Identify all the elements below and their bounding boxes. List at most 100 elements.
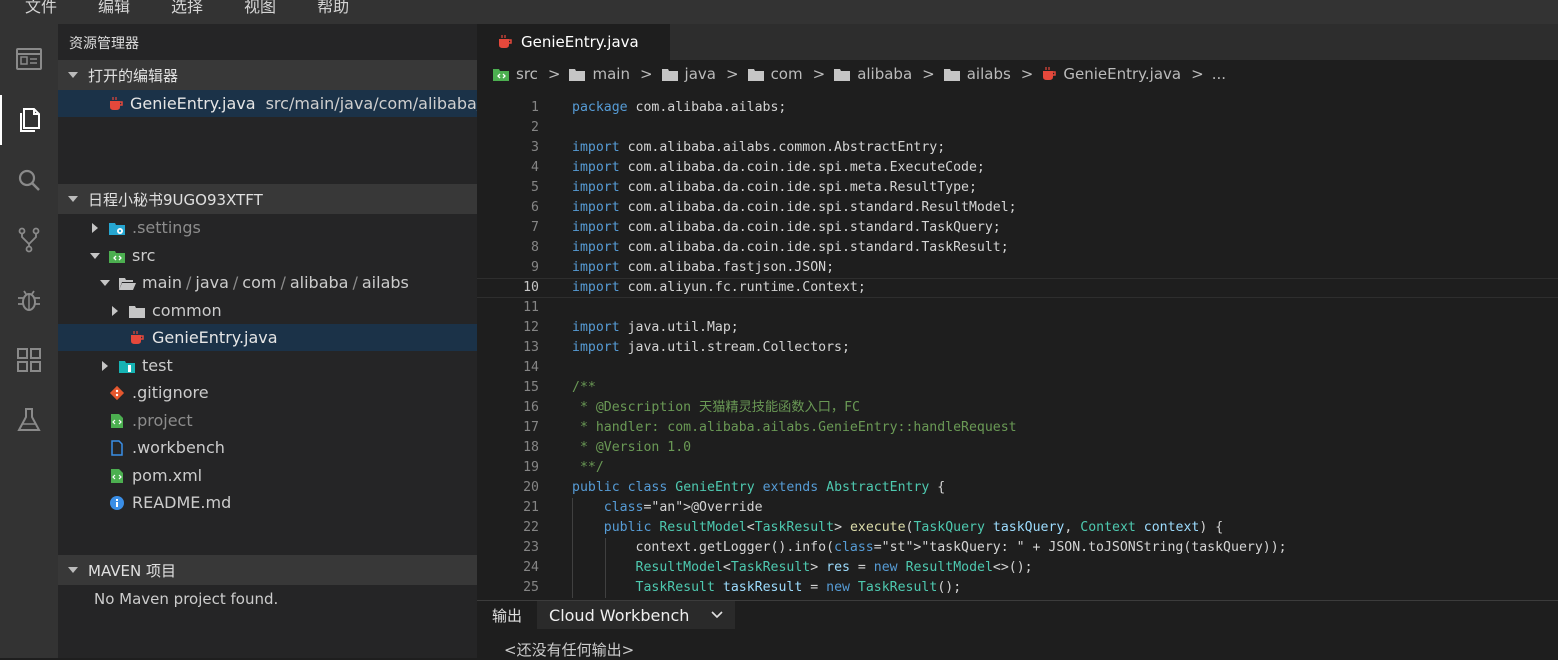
line-number: 16	[523, 400, 539, 415]
code-text: import com.alibaba.da.coin.ide.spi.stand…	[572, 220, 1001, 235]
breadcrumb-file[interactable]: GenieEntry.java >	[1041, 65, 1211, 83]
tree-item-main-path[interactable]: main / java / com / alibaba / ailabs	[58, 269, 477, 296]
tree-label: .gitignore	[132, 383, 209, 402]
source-control-icon[interactable]	[0, 215, 58, 265]
tree-item-workbench[interactable]: .workbench	[58, 434, 477, 461]
code-text: * @Description 天猫精灵技能函数入口，FC	[572, 400, 860, 415]
breadcrumb-src[interactable]: src >	[492, 65, 568, 83]
tab-genie-entry[interactable]: GenieEntry.java	[477, 24, 670, 60]
code-line[interactable]: 10 import com.aliyun.fc.runtime.Context;	[477, 278, 1558, 298]
tree-item-gitignore[interactable]: .gitignore	[58, 379, 477, 406]
project-header[interactable]: 日程小秘书9UGO93XTFT	[58, 184, 477, 214]
code-editor[interactable]: 1 package com.alibaba.ailabs; 2 3 import com…	[477, 98, 1558, 598]
search-icon[interactable]	[0, 155, 58, 205]
chevron-right-icon	[108, 304, 122, 318]
chevron-right-icon: >	[547, 65, 561, 83]
tree-item-test[interactable]: test	[58, 352, 477, 379]
code-line[interactable]: 7 import com.alibaba.da.coin.ide.spi.stan…	[477, 218, 1558, 238]
folder-icon	[661, 69, 678, 81]
code-line[interactable]: 25 TaskResult taskResult = new TaskResul…	[477, 578, 1558, 598]
code-line[interactable]: 17 * handler: com.alibaba.ailabs.GenieEn…	[477, 418, 1558, 438]
code-text: ResultModel<TaskResult> res = new Result…	[635, 560, 1033, 575]
code-line[interactable]: 20 public class GenieEntry extends Abstra…	[477, 478, 1558, 498]
code-line[interactable]: 5 import com.alibaba.da.coin.ide.spi.meta…	[477, 178, 1558, 198]
java-file-icon	[497, 34, 513, 50]
output-channel-select[interactable]: Cloud Workbench	[537, 601, 736, 629]
code-line[interactable]: 14	[477, 358, 1558, 378]
menu-view[interactable]: 视图	[219, 0, 292, 19]
line-number: 18	[523, 440, 539, 455]
tree-item-genie-entry[interactable]: GenieEntry.java	[58, 324, 477, 351]
xml-file-icon	[108, 412, 126, 430]
maven-header[interactable]: MAVEN 项目	[58, 555, 477, 585]
code-line[interactable]: 8 import com.alibaba.da.coin.ide.spi.stan…	[477, 238, 1558, 258]
code-line[interactable]: 1 package com.alibaba.ailabs;	[477, 98, 1558, 118]
breadcrumb-java[interactable]: java >	[661, 65, 747, 83]
path-sep: /	[352, 273, 358, 292]
open-editors-header[interactable]: 打开的编辑器	[58, 60, 477, 90]
menu-help[interactable]: 帮助	[292, 0, 365, 19]
code-line[interactable]: 13 import java.util.stream.Collectors;	[477, 338, 1558, 358]
tree-item-pom[interactable]: pom.xml	[58, 462, 477, 489]
path-com: com	[242, 273, 277, 292]
debug-icon[interactable]	[0, 275, 58, 325]
code-line[interactable]: 18 * @Version 1.0	[477, 438, 1558, 458]
open-editor-path: src/main/java/com/alibaba/...	[265, 94, 498, 113]
output-tab[interactable]: 输出	[477, 605, 537, 626]
menu-select[interactable]: 选择	[146, 0, 219, 19]
code-line[interactable]: 15 /**	[477, 378, 1558, 398]
path-ailabs: ailabs	[361, 273, 409, 292]
menu-edit[interactable]: 编辑	[73, 0, 146, 19]
code-line[interactable]: 11	[477, 298, 1558, 318]
chevron-down-icon	[711, 611, 723, 619]
line-number: 13	[523, 340, 539, 355]
tree-item-project[interactable]: .project	[58, 407, 477, 434]
activity-bar	[0, 24, 58, 658]
breadcrumb-alibaba[interactable]: alibaba >	[833, 65, 943, 83]
tab-bar: GenieEntry.java	[477, 24, 1558, 60]
code-line[interactable]: 2	[477, 118, 1558, 138]
breadcrumb-more[interactable]: ...	[1212, 65, 1226, 83]
code-line[interactable]: 4 import com.alibaba.da.coin.ide.spi.meta…	[477, 158, 1558, 178]
code-line[interactable]: 3 import com.alibaba.ailabs.common.Abstra…	[477, 138, 1558, 158]
code-line[interactable]: 6 import com.alibaba.da.coin.ide.spi.stan…	[477, 198, 1558, 218]
code-line[interactable]: 24 ResultModel<TaskResult> res = new Res…	[477, 558, 1558, 578]
workbench-icon[interactable]	[0, 34, 58, 84]
menu-file[interactable]: 文件	[0, 0, 73, 19]
code-line[interactable]: 23 context.getLogger().info(class="st">"…	[477, 538, 1558, 558]
line-number: 1	[531, 100, 539, 115]
code-text: import java.util.Map;	[572, 320, 739, 335]
code-line[interactable]: 19 **/	[477, 458, 1558, 478]
code-text: * handler: com.alibaba.ailabs.GenieEntry…	[572, 420, 1017, 435]
code-text: import com.alibaba.da.coin.ide.spi.meta.…	[572, 160, 985, 175]
tree-item-readme[interactable]: README.md	[58, 489, 477, 516]
chevron-right-icon: >	[922, 65, 935, 83]
test-flask-icon[interactable]	[0, 395, 58, 445]
open-editor-item[interactable]: GenieEntry.java src/main/java/com/alibab…	[58, 90, 497, 117]
tree-item-src[interactable]: src	[58, 242, 477, 269]
java-file-icon	[128, 329, 146, 347]
chevron-right-icon: >	[812, 65, 826, 83]
code-line[interactable]: 21 class="an">@Override	[477, 498, 1558, 518]
code-line[interactable]: 12 import java.util.Map;	[477, 318, 1558, 338]
code-text: import com.alibaba.ailabs.common.Abstrac…	[572, 140, 946, 155]
explorer-sidebar: 资源管理器 打开的编辑器 GenieEntry.java src/main/ja…	[58, 24, 497, 658]
line-number: 17	[523, 420, 539, 435]
chevron-down-icon	[68, 196, 78, 202]
breadcrumb-com[interactable]: com >	[747, 65, 834, 83]
explorer-icon[interactable]	[0, 95, 58, 145]
line-number: 12	[523, 320, 539, 335]
tree-item-settings[interactable]: .settings	[58, 214, 477, 241]
path-alibaba: alibaba	[289, 273, 349, 292]
code-text: **/	[572, 460, 604, 475]
code-text: import com.alibaba.da.coin.ide.spi.stand…	[572, 240, 1009, 255]
breadcrumb-main[interactable]: main >	[568, 65, 660, 83]
code-line[interactable]: 16 * @Description 天猫精灵技能函数入口，FC	[477, 398, 1558, 418]
breadcrumb-ailabs[interactable]: ailabs >	[943, 65, 1042, 83]
line-number: 22	[523, 520, 539, 535]
tree-item-common[interactable]: common	[58, 297, 477, 324]
extensions-icon[interactable]	[0, 335, 58, 385]
code-line[interactable]: 9 import com.alibaba.fastjson.JSON;	[477, 258, 1558, 278]
line-number: 5	[531, 180, 539, 195]
code-line[interactable]: 22 public ResultModel<TaskResult> execut…	[477, 518, 1558, 538]
